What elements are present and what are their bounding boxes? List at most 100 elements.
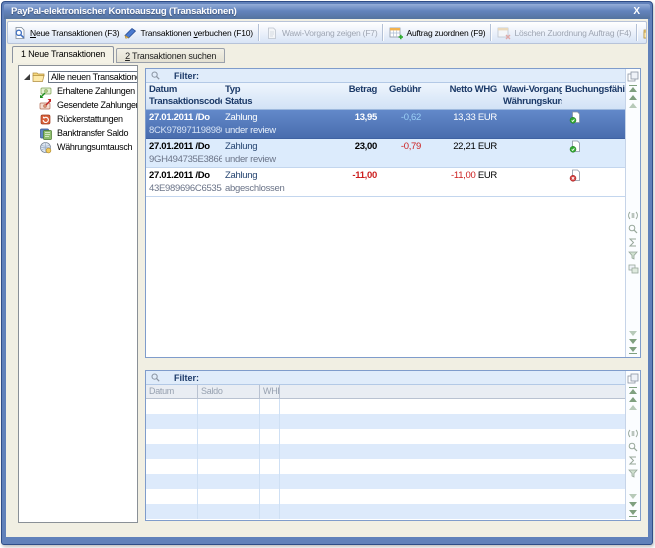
- scroll-up-page-icon[interactable]: [629, 103, 637, 108]
- empty-row: [146, 459, 625, 474]
- grid-tools: [628, 211, 639, 274]
- empty-row: [146, 504, 625, 519]
- saldo-table: Filter: Datum Saldo WHR: [145, 370, 641, 521]
- empty-row: [146, 474, 625, 489]
- sum-icon[interactable]: [628, 456, 638, 465]
- received-payments-icon: [39, 85, 52, 98]
- column-chooser-icon[interactable]: [627, 71, 639, 82]
- not-bookable-icon: [569, 169, 582, 182]
- tree-item-label: Währungsumtausch: [55, 142, 134, 152]
- currency-exchange-icon: [39, 141, 52, 154]
- column-header-saldo[interactable]: Saldo: [198, 385, 260, 398]
- column-header-gebuehr[interactable]: Gebühr: [380, 83, 424, 109]
- empty-grid-area: [146, 197, 625, 357]
- column-header-netto-whg[interactable]: Netto WHG: [424, 83, 500, 109]
- scroll-up-group: [629, 387, 637, 410]
- close-button[interactable]: X: [630, 7, 643, 17]
- tree-item-label: Alle neuen Transaktionen: [48, 71, 138, 83]
- transaction-row[interactable]: 27.01.2011 /Do43E989696C6535442 Zahlunga…: [146, 168, 625, 197]
- filter-search-icon: [151, 373, 160, 382]
- scroll-up-page-icon[interactable]: [629, 405, 637, 410]
- bookable-check-icon: [569, 111, 582, 124]
- grid-side-strip: [625, 69, 640, 357]
- scroll-down-page-icon[interactable]: [629, 494, 637, 499]
- bank-transfer-icon: [39, 127, 52, 140]
- tree-item-rueckerstattungen[interactable]: Rückerstattungen: [19, 112, 137, 126]
- post-transactions-button[interactable]: Transaktionen verbuchen (F10): [121, 23, 255, 42]
- tab-neue-transaktionen[interactable]: 1 Neue Transaktionen: [12, 46, 114, 63]
- tab-transaktionen-suchen[interactable]: 2 Transaktionen suchen: [116, 48, 225, 63]
- assign-order-button[interactable]: Auftrag zuordnen (F9): [387, 23, 487, 42]
- column-header-wawi-vorgang[interactable]: Wawi-VorgangWährungskurs: [500, 83, 562, 109]
- search-icon[interactable]: [628, 224, 638, 234]
- tree-item-alle-neuen-transaktionen[interactable]: Alle neuen Transaktionen: [19, 70, 137, 84]
- toolbar-separator: [258, 24, 260, 41]
- tree-item-label: Erhaltene Zahlungen: [55, 86, 137, 96]
- empty-row: [146, 414, 625, 429]
- scroll-down-group: [629, 494, 637, 517]
- grid-tools: [628, 429, 638, 478]
- saldo-header: Datum Saldo WHR: [146, 385, 625, 399]
- grid-side-strip: [625, 371, 640, 520]
- scroll-down-icon[interactable]: [629, 339, 637, 344]
- scroll-to-bottom-icon[interactable]: [629, 510, 637, 517]
- tree-item-label: Gesendete Zahlungen: [55, 100, 138, 110]
- edit-filter-icon[interactable]: [628, 211, 638, 220]
- transactions-header: DatumTransaktionscode TypStatus Betrag G…: [146, 83, 625, 110]
- app-window: PayPal-elektronischer Kontoauszug (Trans…: [1, 1, 653, 545]
- toolbar-separator: [636, 24, 638, 41]
- column-header-typ[interactable]: TypStatus: [222, 83, 332, 109]
- transactions-table: Filter: DatumTransaktionscode TypStatus …: [145, 68, 641, 358]
- tree-item-erhaltene-zahlungen[interactable]: Erhaltene Zahlungen: [19, 84, 137, 98]
- scroll-up-group: [629, 85, 637, 108]
- tree-item-label: Rückerstattungen: [55, 114, 125, 124]
- expanded-arrow-icon[interactable]: [24, 74, 30, 80]
- scroll-up-icon[interactable]: [629, 397, 637, 402]
- empty-row: [146, 489, 625, 504]
- show-wawi-button: Wawi-Vorgang zeigen (F7): [263, 23, 380, 42]
- column-chooser-icon[interactable]: [627, 373, 639, 384]
- bookable-check-icon: [569, 140, 582, 153]
- category-tree-panel: Alle neuen Transaktionen Erhaltene Zahlu…: [18, 65, 138, 523]
- search-icon[interactable]: [628, 442, 638, 452]
- details-button[interactable]: Details: [641, 23, 647, 42]
- empty-row: [146, 399, 625, 414]
- new-transactions-icon: [13, 26, 27, 40]
- column-header-betrag[interactable]: Betrag: [332, 83, 380, 109]
- show-wawi-icon: [265, 26, 279, 40]
- delete-assignment-button: Löschen Zuordnung Auftrag (F4): [495, 23, 633, 42]
- saldo-filter-bar[interactable]: Filter:: [146, 371, 625, 385]
- column-header-empty: [280, 385, 625, 398]
- column-header-datum[interactable]: Datum: [146, 385, 198, 398]
- sum-icon[interactable]: [628, 238, 638, 247]
- assign-order-icon: [389, 26, 403, 40]
- scroll-down-icon[interactable]: [629, 502, 637, 507]
- filter-funnel-icon[interactable]: [628, 251, 638, 260]
- tree-item-banktransfer-saldo[interactable]: Banktransfer Saldo: [19, 126, 137, 140]
- folder-icon: [32, 71, 45, 83]
- scroll-to-top-icon[interactable]: [629, 387, 637, 394]
- column-header-datum[interactable]: DatumTransaktionscode: [146, 83, 222, 109]
- new-transactions-button[interactable]: Neue Transaktionen (F3): [11, 23, 121, 42]
- layout-windows-icon[interactable]: [628, 264, 639, 274]
- delete-assignment-icon: [497, 26, 511, 40]
- tree-item-gesendete-zahlungen[interactable]: Gesendete Zahlungen: [19, 98, 137, 112]
- sent-payments-icon: [39, 99, 52, 112]
- filter-label: Filter:: [174, 71, 199, 81]
- filter-funnel-icon[interactable]: [628, 469, 638, 478]
- column-header-buchungsfaehig[interactable]: Buchungsfähig: [562, 83, 625, 109]
- scroll-down-page-icon[interactable]: [629, 331, 637, 336]
- details-icon: [643, 26, 647, 40]
- client-area: Neue Transaktionen (F3) Transaktionen ve…: [6, 19, 648, 537]
- transaction-row[interactable]: 27.01.2011 /Do9GH494735E3866936 Zahlungu…: [146, 139, 625, 168]
- scroll-up-icon[interactable]: [629, 95, 637, 100]
- transactions-grid: Filter: DatumTransaktionscode TypStatus …: [146, 69, 625, 357]
- transaction-row[interactable]: 27.01.2011 /Do8CK9789711989861D Zahlungu…: [146, 110, 625, 139]
- edit-filter-icon[interactable]: [628, 429, 638, 438]
- column-header-whr[interactable]: WHR: [260, 385, 280, 398]
- empty-row: [146, 429, 625, 444]
- scroll-to-top-icon[interactable]: [629, 85, 637, 92]
- transactions-filter-bar[interactable]: Filter:: [146, 69, 625, 83]
- tree-item-waehrungsumtausch[interactable]: Währungsumtausch: [19, 140, 137, 154]
- scroll-to-bottom-icon[interactable]: [629, 347, 637, 354]
